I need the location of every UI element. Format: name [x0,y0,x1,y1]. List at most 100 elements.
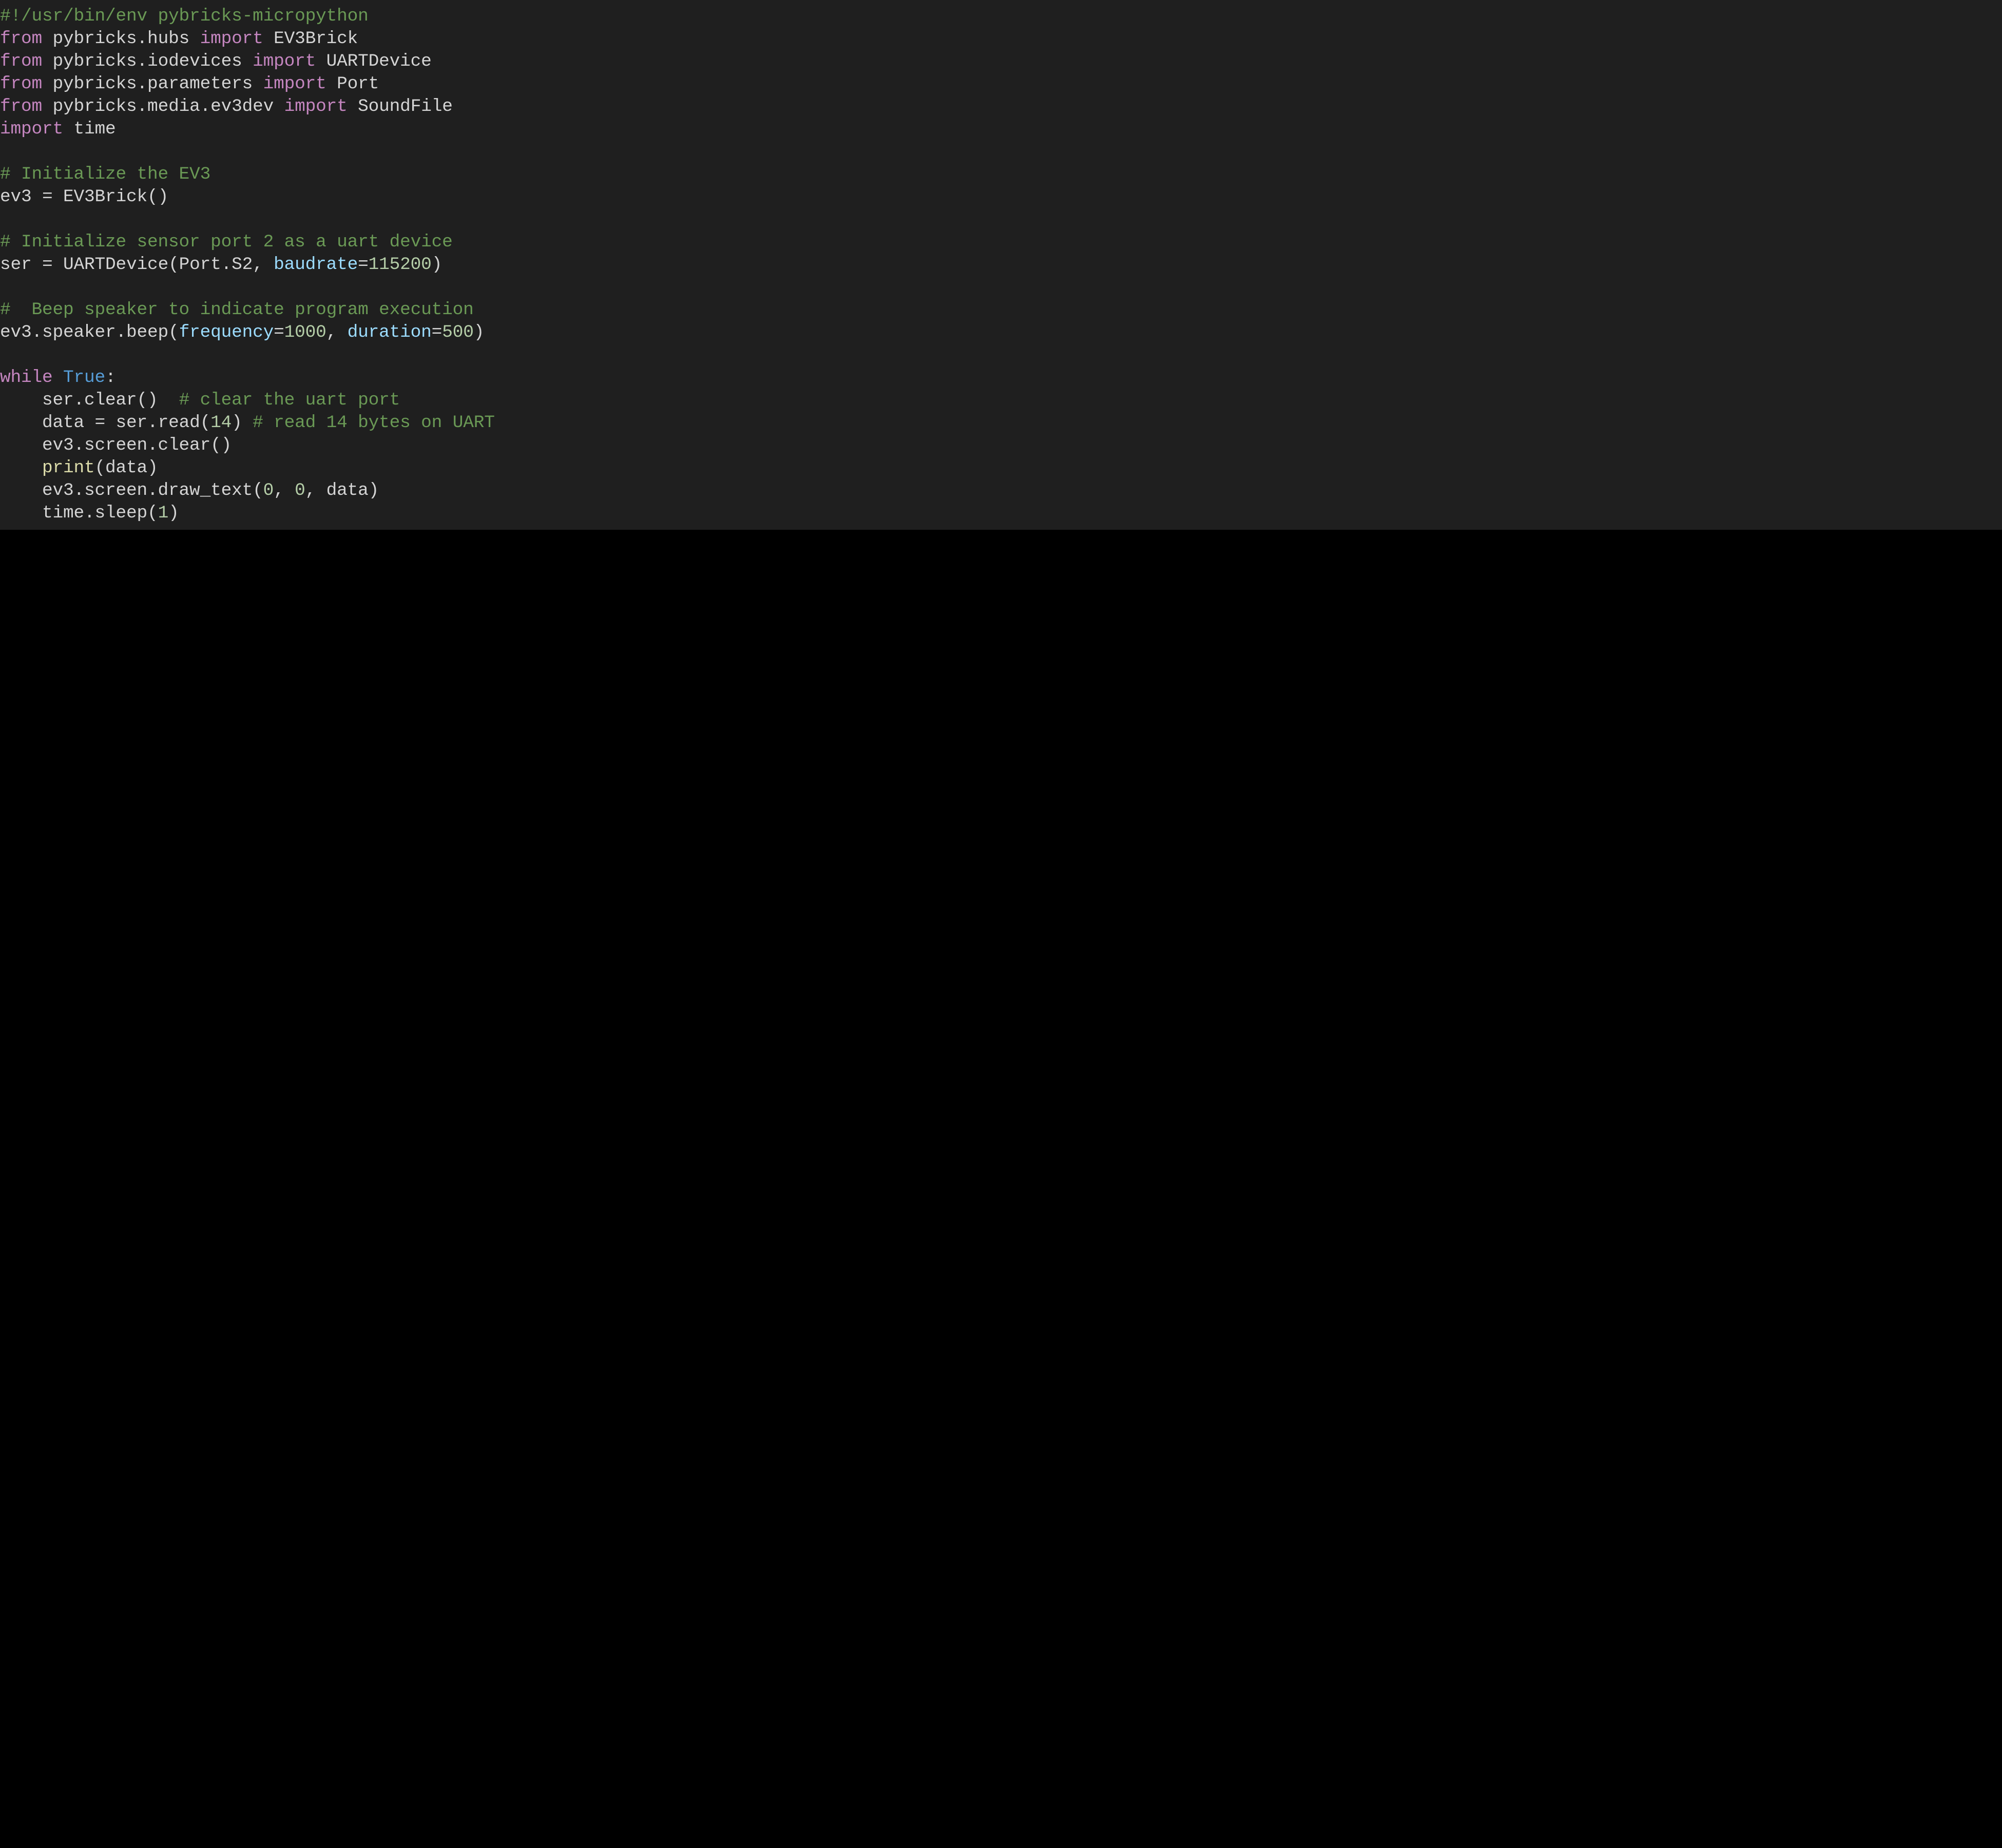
code-line[interactable]: ev3.screen.draw_text(0, 0, data) [0,479,2002,502]
code-token: from [0,74,42,94]
code-token: ev3.screen.draw_text( [0,480,263,500]
code-token [42,29,53,49]
code-token [274,97,284,117]
code-token: = [42,255,53,275]
code-token: time [74,119,116,139]
code-token: ev3 [0,187,42,207]
code-token [348,97,358,117]
code-token [0,458,42,478]
code-line[interactable]: ev3 = EV3Brick() [0,186,2002,208]
code-token: ) [232,413,253,433]
code-token: UARTDevice(Port.S2, [53,255,274,275]
code-token: 115200 [369,255,432,275]
code-token: import [0,119,63,139]
code-token: from [0,97,42,117]
code-token: pybricks.parameters [53,74,253,94]
code-token [42,97,53,117]
code-line[interactable]: import time [0,118,2002,141]
code-token: import [200,29,263,49]
code-token: frequency [179,322,274,342]
code-token: 1 [158,503,169,523]
code-line[interactable] [0,344,2002,367]
code-token: pybricks.media.ev3dev [53,97,274,117]
code-line[interactable]: # Initialize sensor port 2 as a uart dev… [0,231,2002,254]
code-token: ) [432,255,442,275]
code-line[interactable] [0,141,2002,163]
code-token: # clear the uart port [179,390,400,410]
code-line[interactable]: ev3.screen.clear() [0,434,2002,457]
code-token: , data) [305,480,379,500]
code-token: data [0,413,95,433]
code-token: while [0,368,53,388]
code-line[interactable]: data = ser.read(14) # read 14 bytes on U… [0,412,2002,434]
code-token: SoundFile [358,97,453,117]
code-token: 1000 [284,322,326,342]
code-line[interactable]: from pybricks.hubs import EV3Brick [0,28,2002,50]
code-block[interactable]: #!/usr/bin/env pybricks-micropythonfrom … [0,5,2002,525]
code-token [326,74,337,94]
code-line[interactable]: while True: [0,367,2002,389]
code-token [53,368,64,388]
code-token: ev3.speaker.beep( [0,322,179,342]
code-line[interactable]: ser.clear() # clear the uart port [0,389,2002,412]
code-token: import [253,51,316,71]
code-token: = [274,322,284,342]
code-token: import [263,74,326,94]
code-token: UARTDevice [326,51,432,71]
code-token [263,29,274,49]
code-token: 500 [442,322,474,342]
code-line[interactable]: # Beep speaker to indicate program execu… [0,299,2002,321]
code-token [242,51,253,71]
code-line[interactable] [0,208,2002,231]
code-token: ev3.screen.clear() [0,435,232,455]
code-line[interactable]: from pybricks.iodevices import UARTDevic… [0,50,2002,73]
code-token: = [95,413,106,433]
code-token: # Beep speaker to indicate program execu… [0,300,474,320]
code-line[interactable] [0,276,2002,299]
code-token: Port [337,74,379,94]
code-token: ) [168,503,179,523]
code-token: from [0,29,42,49]
code-token [316,51,326,71]
code-token: ser.clear() [0,390,179,410]
code-token: , [326,322,348,342]
code-token [42,74,53,94]
code-token [189,29,200,49]
code-token: ser [0,255,42,275]
code-token: duration [348,322,432,342]
code-token: = [432,322,442,342]
code-token: #!/usr/bin/env pybricks-micropython [0,6,369,26]
code-token: ser.read( [105,413,210,433]
code-token: (data) [95,458,158,478]
code-token: = [42,187,53,207]
code-token: EV3Brick [274,29,358,49]
code-token: ) [474,322,485,342]
code-line[interactable]: from pybricks.media.ev3dev import SoundF… [0,95,2002,118]
code-line[interactable]: ser = UARTDevice(Port.S2, baudrate=11520… [0,254,2002,276]
code-token [42,51,53,71]
code-token: EV3Brick() [53,187,169,207]
code-token: time.sleep( [0,503,158,523]
code-line[interactable]: # Initialize the EV3 [0,163,2002,186]
code-line[interactable]: print(data) [0,457,2002,479]
code-token: pybricks.hubs [53,29,190,49]
code-token: = [358,255,369,275]
code-token: 0 [295,480,305,500]
code-token: : [105,368,116,388]
code-token: 0 [263,480,274,500]
code-line[interactable]: from pybricks.parameters import Port [0,73,2002,95]
code-line[interactable]: #!/usr/bin/env pybricks-micropython [0,5,2002,28]
code-token: True [63,368,105,388]
code-token: baudrate [274,255,358,275]
code-token: # Initialize sensor port 2 as a uart dev… [0,232,453,252]
code-editor-pane[interactable]: #!/usr/bin/env pybricks-micropythonfrom … [0,0,2002,530]
code-token [63,119,74,139]
code-token: 14 [210,413,232,433]
code-token: pybricks.iodevices [53,51,242,71]
code-line[interactable]: time.sleep(1) [0,502,2002,525]
code-token: import [284,97,348,117]
code-token: print [42,458,95,478]
code-token: , [274,480,295,500]
code-line[interactable]: ev3.speaker.beep(frequency=1000, duratio… [0,321,2002,344]
code-token: # Initialize the EV3 [0,164,210,184]
